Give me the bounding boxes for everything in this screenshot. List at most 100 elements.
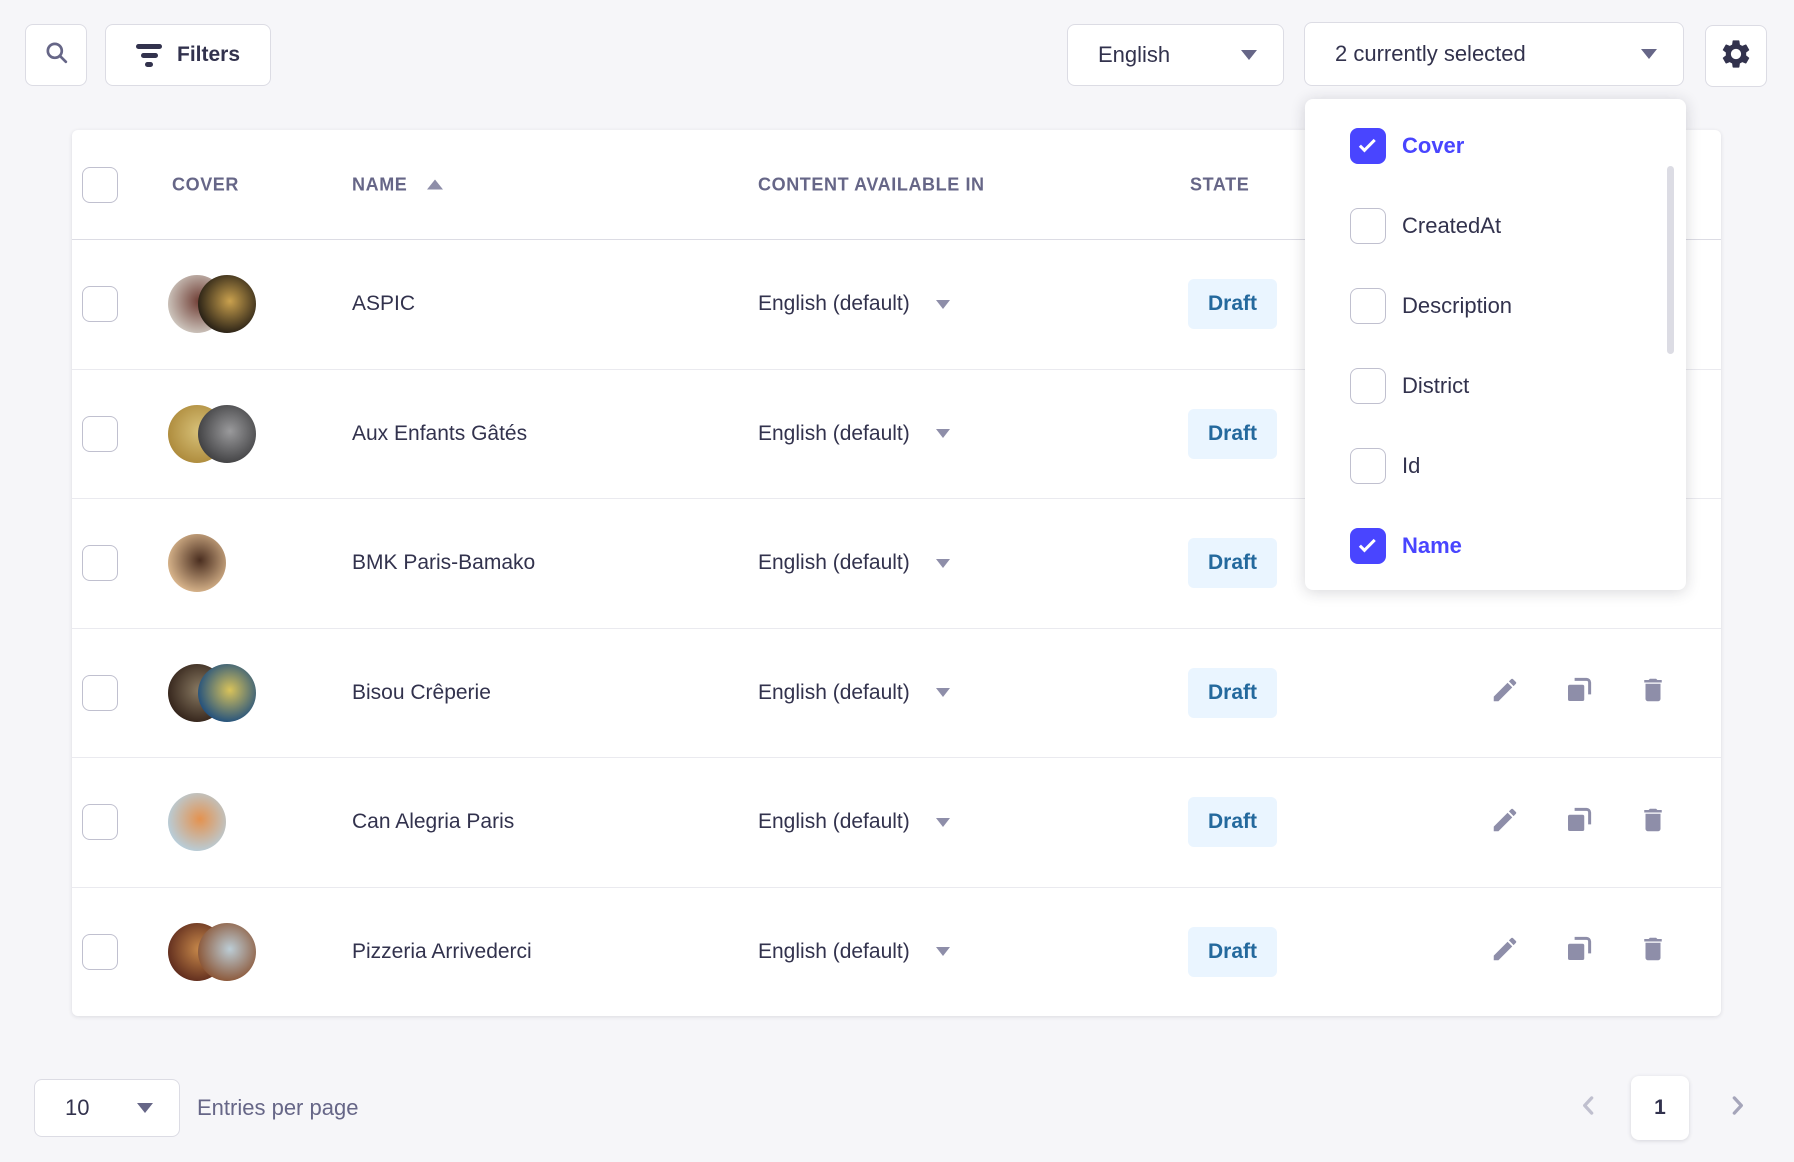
status-badge: Draft [1188,279,1277,329]
entries-per-page-label: Entries per page [197,1095,358,1121]
chevron-left-icon [1576,1106,1602,1123]
cover-photo [198,275,256,333]
column-option[interactable]: Cover [1305,106,1686,186]
filters-label: Filters [177,43,240,67]
status-badge: Draft [1188,668,1277,718]
chevron-right-icon [1724,1106,1750,1123]
chevron-down-icon [936,559,950,568]
table-row[interactable]: Pizzeria Arrivederci English (default) D… [72,887,1721,1017]
cover-avatars [168,923,256,981]
chevron-down-icon [1641,49,1657,59]
search-icon [43,39,70,71]
row-checkbox[interactable] [82,675,118,711]
cover-photo [198,405,256,463]
chevron-down-icon [936,947,950,956]
settings-button[interactable] [1705,25,1767,87]
entry-name: Bisou Crêperie [352,681,491,705]
column-option[interactable]: Id [1305,426,1686,506]
filters-button[interactable]: Filters [105,24,271,86]
edit-button[interactable] [1489,677,1521,709]
row-locale-dropdown[interactable]: English (default) [758,940,950,964]
table-row[interactable]: Can Alegria Paris English (default) Draf… [72,757,1721,887]
columns-dropdown: Cover CreatedAt Description District Id … [1305,99,1686,590]
edit-button[interactable] [1489,936,1521,968]
cover-avatars [168,275,256,333]
duplicate-button[interactable] [1563,936,1595,968]
entry-name: BMK Paris-Bamako [352,551,535,575]
row-checkbox[interactable] [82,545,118,581]
column-checkbox[interactable] [1350,368,1386,404]
locale-select[interactable]: English [1067,24,1284,86]
trash-icon [1638,675,1668,710]
row-actions [1489,677,1669,709]
column-option[interactable]: District [1305,346,1686,426]
cover-avatars [168,793,226,851]
delete-button[interactable] [1637,806,1669,838]
header-state: STATE [1190,174,1249,195]
chevron-down-icon [936,688,950,697]
columns-select[interactable]: 2 currently selected [1304,22,1684,86]
duplicate-icon [1564,675,1594,710]
pencil-icon [1490,934,1520,969]
chevron-down-icon [137,1103,153,1113]
pencil-icon [1490,805,1520,840]
chevron-down-icon [936,818,950,827]
row-checkbox[interactable] [82,934,118,970]
column-option[interactable]: Description [1305,266,1686,346]
locale-select-value: English [1098,42,1170,68]
sort-ascending-icon [427,180,443,190]
column-option[interactable]: Name [1305,506,1686,586]
row-actions [1489,806,1669,838]
search-button[interactable] [25,24,87,86]
duplicate-icon [1564,805,1594,840]
column-checkbox[interactable] [1350,528,1386,564]
row-locale-value: English (default) [758,551,910,575]
edit-button[interactable] [1489,806,1521,838]
pencil-icon [1490,675,1520,710]
row-locale-dropdown[interactable]: English (default) [758,810,950,834]
cover-photo [198,923,256,981]
previous-page-button[interactable] [1576,1093,1602,1124]
header-name[interactable]: NAME [352,174,443,195]
duplicate-button[interactable] [1563,677,1595,709]
column-option-label: District [1402,373,1469,399]
next-page-button[interactable] [1724,1093,1750,1124]
column-checkbox[interactable] [1350,448,1386,484]
select-all-checkbox[interactable] [82,167,118,203]
duplicate-button[interactable] [1563,806,1595,838]
row-locale-dropdown[interactable]: English (default) [758,681,950,705]
cover-avatars [168,664,256,722]
row-checkbox[interactable] [82,804,118,840]
column-checkbox[interactable] [1350,288,1386,324]
column-option[interactable]: CreatedAt [1305,186,1686,266]
column-checkbox[interactable] [1350,208,1386,244]
chevron-down-icon [936,429,950,438]
column-option-label: Description [1402,293,1512,319]
status-badge: Draft [1188,409,1277,459]
header-cover: COVER [172,174,239,195]
status-badge: Draft [1188,927,1277,977]
page-size-select[interactable]: 10 [34,1079,180,1137]
trash-icon [1638,934,1668,969]
entry-name: Can Alegria Paris [352,810,514,834]
checkmark-icon [1359,535,1376,552]
row-checkbox[interactable] [82,286,118,322]
row-checkbox[interactable] [82,416,118,452]
column-option-label: Id [1402,453,1420,479]
checkmark-icon [1359,135,1376,152]
dropdown-scrollbar[interactable] [1667,166,1674,354]
cover-photo [198,664,256,722]
columns-dropdown-list: Cover CreatedAt Description District Id … [1305,106,1686,586]
page-number-button[interactable]: 1 [1631,1076,1689,1140]
delete-button[interactable] [1637,936,1669,968]
row-locale-dropdown[interactable]: English (default) [758,551,950,575]
delete-button[interactable] [1637,677,1669,709]
row-locale-dropdown[interactable]: English (default) [758,292,950,316]
duplicate-icon [1564,934,1594,969]
table-row[interactable]: Bisou Crêperie English (default) Draft [72,628,1721,758]
row-locale-dropdown[interactable]: English (default) [758,422,950,446]
cover-avatars [168,405,256,463]
gear-icon [1719,37,1753,76]
column-checkbox[interactable] [1350,128,1386,164]
column-option-label: Name [1402,533,1462,559]
